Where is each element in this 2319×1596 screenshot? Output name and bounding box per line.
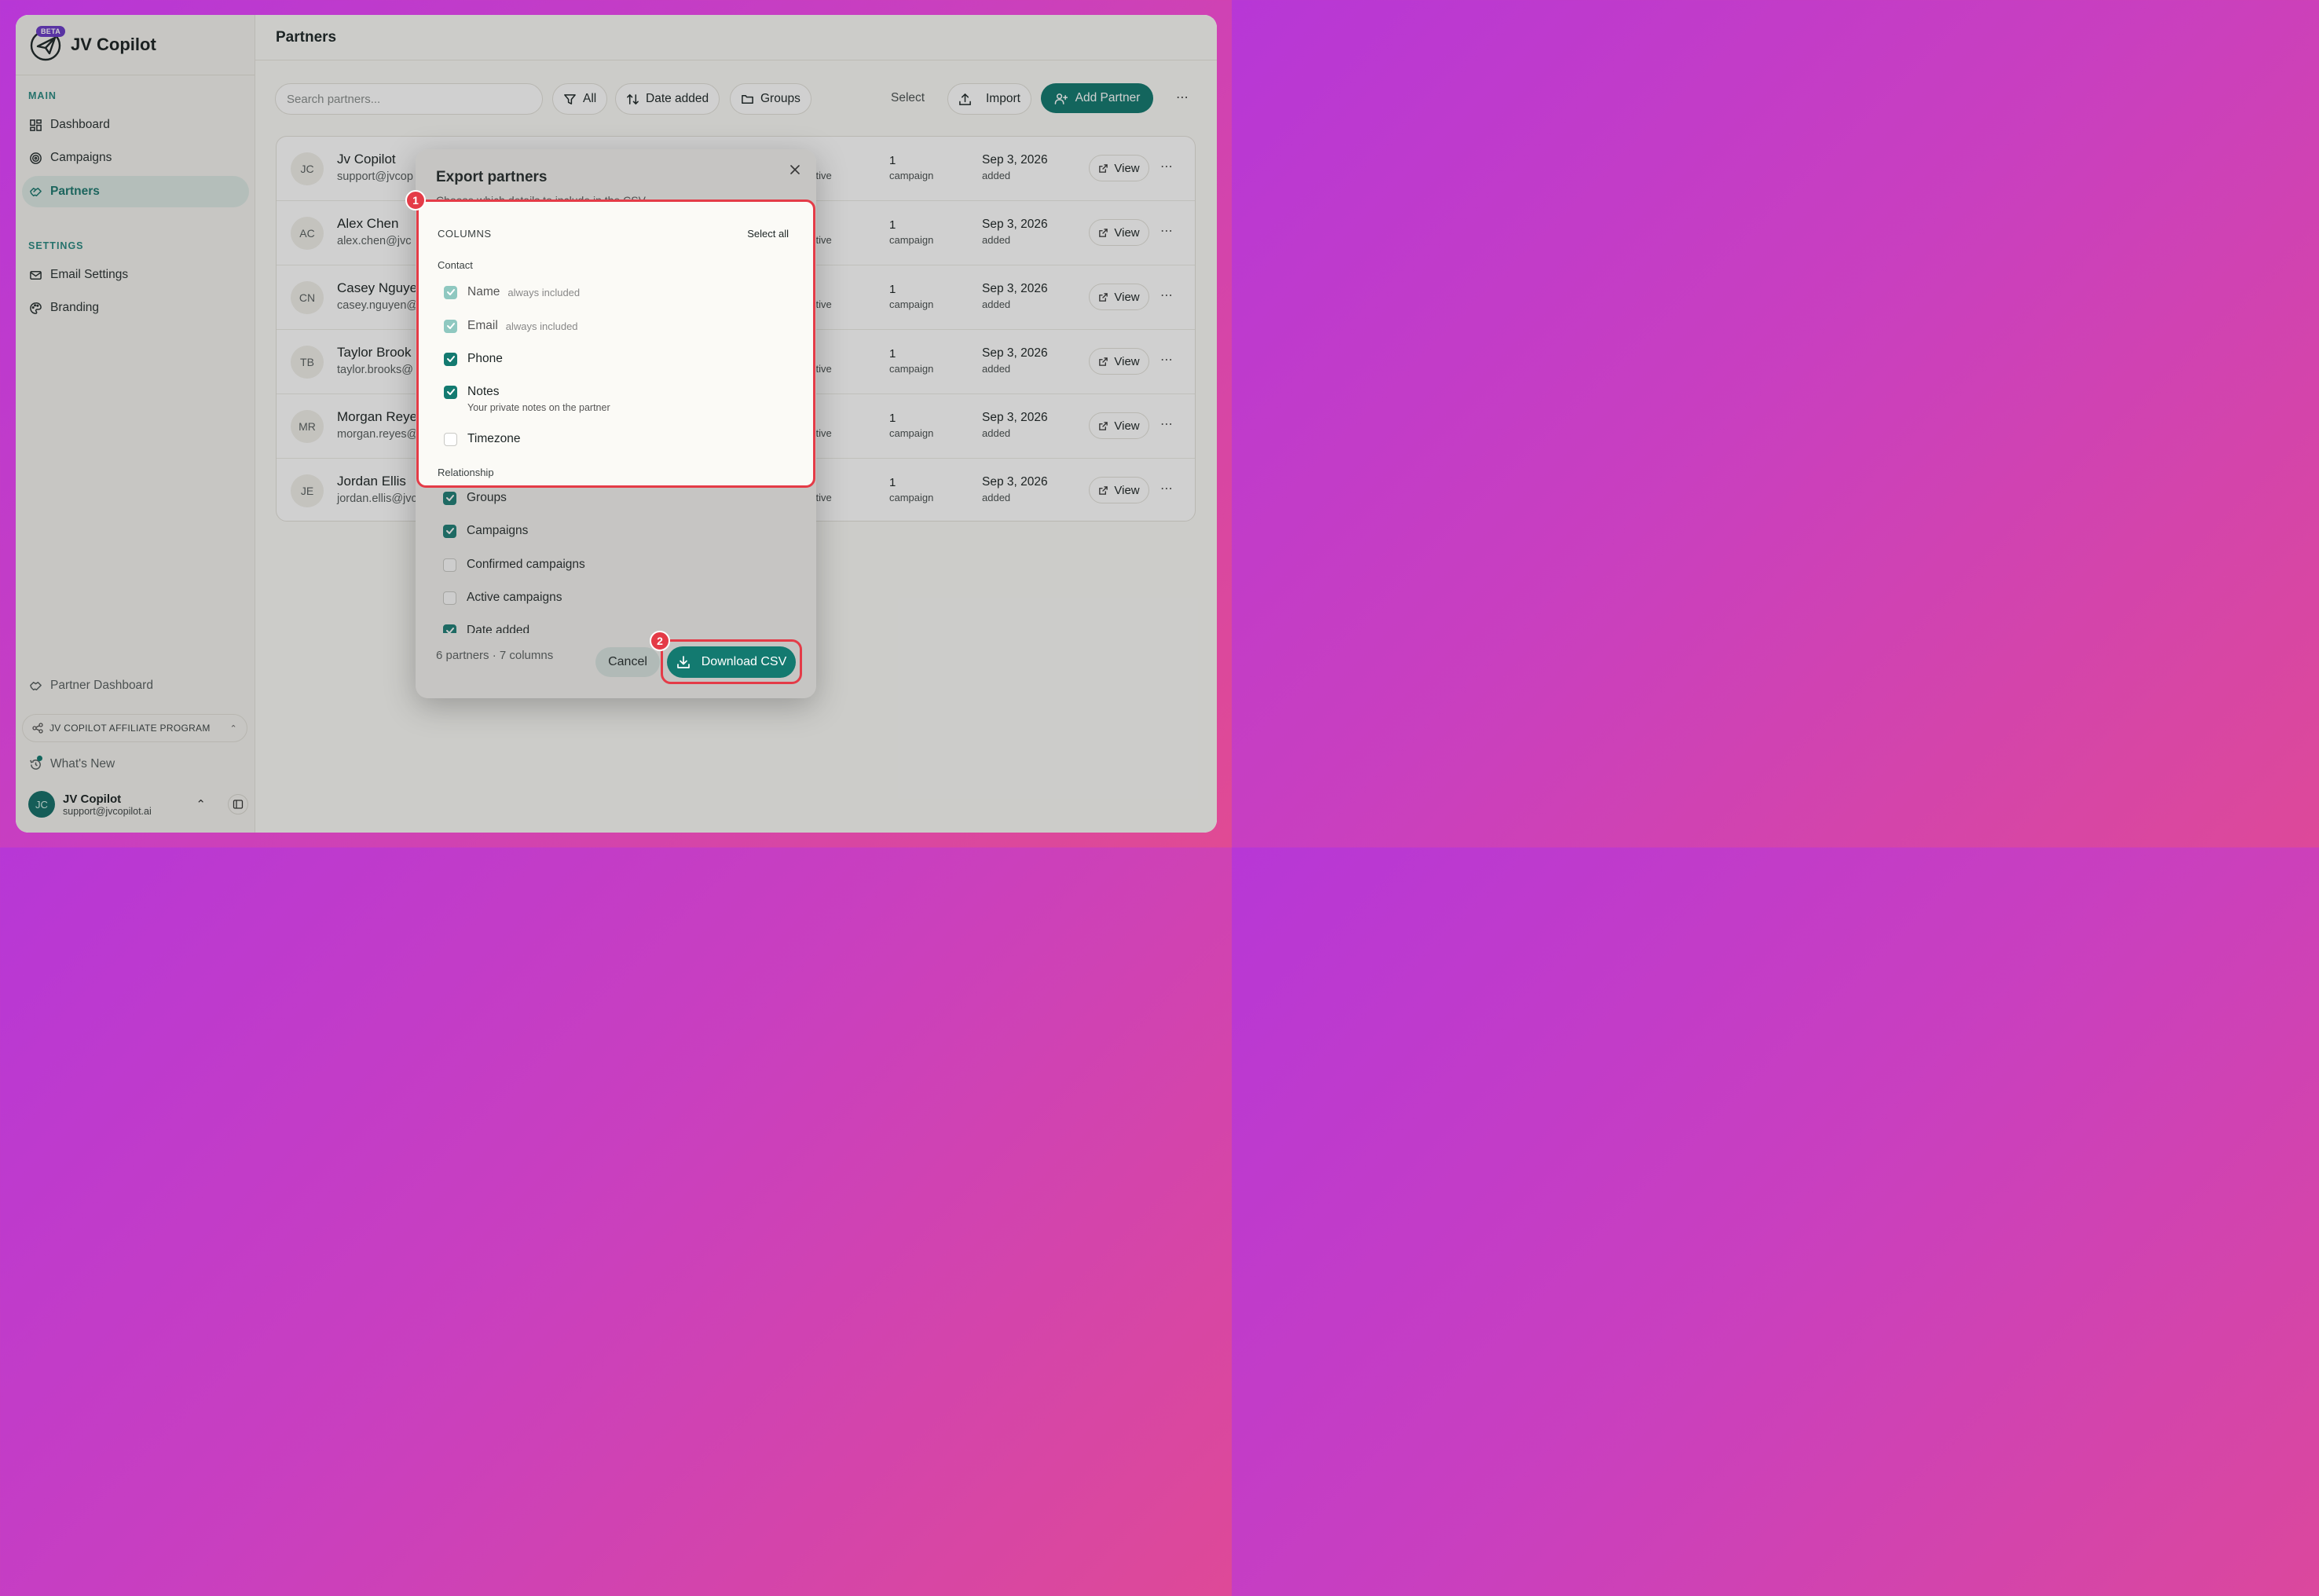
download-csv-button[interactable]: Download CSV: [667, 646, 796, 678]
checkbox-notes[interactable]: Notes: [444, 385, 500, 399]
close-icon[interactable]: [788, 163, 802, 177]
checkbox-label: Date added: [467, 624, 530, 633]
checkbox-date-added[interactable]: Date added: [443, 624, 529, 633]
checkbox-label: Email: [467, 319, 498, 332]
checkbox-note: always included: [507, 286, 581, 298]
columns-panel-highlight: COLUMNS Select all Contact Name always i…: [416, 200, 815, 488]
checkbox-disabled: [444, 285, 457, 299]
cancel-button[interactable]: Cancel: [595, 647, 660, 677]
checkbox-label: Confirmed campaigns: [467, 558, 585, 571]
checkbox-timezone[interactable]: Timezone: [444, 432, 520, 446]
checkbox-label: Timezone: [467, 432, 521, 445]
download-icon: [676, 656, 690, 668]
contact-heading: Contact: [438, 259, 473, 271]
checkbox-label: Name: [467, 285, 500, 298]
check-icon: [445, 495, 454, 501]
checkbox-label: Phone: [467, 352, 503, 365]
checkbox-note: always included: [505, 320, 578, 332]
checkbox-groups[interactable]: Groups: [443, 491, 507, 505]
checkbox-active-campaigns[interactable]: Active campaigns: [443, 591, 562, 605]
export-summary: 6 partners · 7 columns: [436, 649, 554, 662]
annotation-badge-1: 1: [405, 190, 426, 210]
checkbox-label: Active campaigns: [467, 591, 562, 604]
checkbox-unchecked[interactable]: [443, 591, 456, 605]
columns-heading: COLUMNS: [438, 228, 492, 240]
check-icon: [446, 389, 455, 395]
check-icon: [445, 628, 454, 633]
checkbox-checked[interactable]: [443, 524, 456, 538]
checkbox-unchecked[interactable]: [444, 432, 457, 446]
checkbox-disabled: [444, 319, 457, 333]
checkbox-phone[interactable]: Phone: [444, 352, 503, 366]
checkbox-name: Name always included: [444, 285, 580, 299]
checkbox-label: Notes: [467, 385, 500, 398]
check-icon: [446, 356, 455, 362]
checkbox-confirmed-campaigns[interactable]: Confirmed campaigns: [443, 558, 585, 572]
annotation-badge-2: 2: [650, 631, 670, 651]
checkbox-campaigns[interactable]: Campaigns: [443, 524, 528, 538]
checkbox-checked[interactable]: [444, 385, 457, 399]
scroll-clip: Date added: [416, 619, 816, 633]
checkbox-checked[interactable]: [443, 491, 456, 505]
relationship-heading: Relationship: [438, 467, 494, 478]
checkbox-email: Email always included: [444, 319, 578, 333]
select-all-button[interactable]: Select all: [747, 228, 789, 240]
checkbox-label: Groups: [467, 491, 507, 504]
check-icon: [446, 289, 455, 295]
checkbox-unchecked[interactable]: [443, 558, 456, 572]
checkbox-checked[interactable]: [444, 352, 457, 366]
check-icon: [446, 323, 455, 329]
checkbox-label: Campaigns: [467, 524, 529, 537]
download-csv-label: Download CSV: [701, 655, 787, 668]
notes-description: Your private notes on the partner: [467, 402, 610, 413]
check-icon: [445, 528, 454, 534]
dialog-title: Export partners: [436, 169, 548, 185]
checkbox-checked[interactable]: [443, 624, 456, 633]
